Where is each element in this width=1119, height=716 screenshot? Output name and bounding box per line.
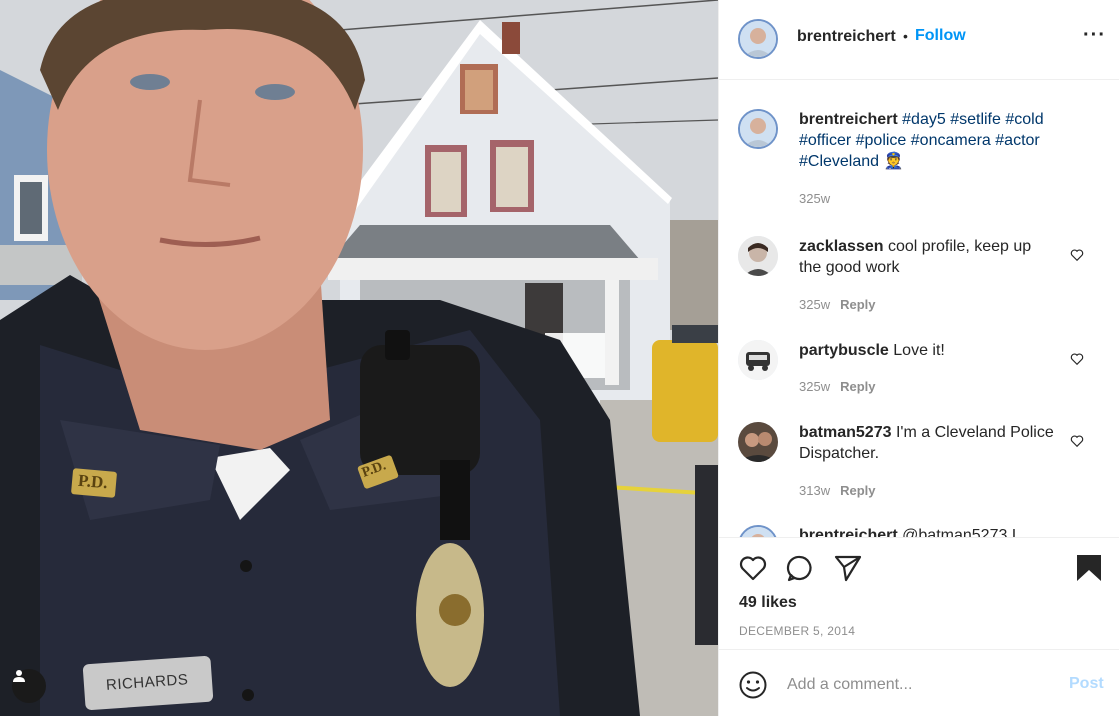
- comment-meta: 313w Reply: [799, 483, 875, 498]
- post-header: brentreichert • Follow ···: [719, 0, 1119, 80]
- post-date[interactable]: DECEMBER 5, 2014: [739, 624, 855, 638]
- comments-list[interactable]: brentreichert #day5 #setlife #cold #offi…: [719, 81, 1119, 537]
- like-comment-icon[interactable]: [1070, 434, 1084, 448]
- comment-time[interactable]: 325w: [799, 297, 830, 312]
- collar-pin-left-text: P.D.: [77, 470, 109, 493]
- post-side-panel: brentreichert • Follow ··· brentreichert…: [718, 0, 1119, 716]
- comment-username[interactable]: zacklassen: [799, 238, 884, 255]
- comment-username[interactable]: partybuscle: [799, 342, 889, 359]
- comment-time[interactable]: 313w: [799, 483, 830, 498]
- saved-bookmark-icon[interactable]: [1074, 553, 1104, 583]
- caption-time: 325w: [799, 191, 830, 206]
- author-username[interactable]: brentreichert: [797, 28, 896, 46]
- share-paper-plane-icon[interactable]: [833, 553, 863, 583]
- reply-button[interactable]: Reply: [840, 483, 875, 498]
- comment-text: Love it!: [893, 342, 945, 359]
- header-separator: •: [903, 28, 908, 44]
- comment-text-block: batman5273 I'm a Cleveland Police Dispat…: [799, 422, 1054, 464]
- comment-meta: 325w Reply: [799, 379, 875, 394]
- comment-bubble-icon[interactable]: [785, 553, 815, 583]
- tagged-users-button[interactable]: [12, 669, 46, 703]
- comment-username[interactable]: batman5273: [799, 424, 892, 441]
- post-actions: 49 likes DECEMBER 5, 2014: [719, 537, 1119, 649]
- comment-text-block: zacklassen cool profile, keep up the goo…: [799, 236, 1054, 278]
- add-comment-bar: Post: [719, 649, 1119, 716]
- more-options-icon[interactable]: ···: [1083, 24, 1106, 47]
- caption-timestamp[interactable]: 325w: [799, 191, 830, 206]
- post-image: [0, 0, 718, 716]
- comment-avatar[interactable]: [738, 422, 778, 462]
- reply-button[interactable]: Reply: [840, 379, 875, 394]
- like-heart-icon[interactable]: [738, 553, 768, 583]
- caption-avatar[interactable]: [738, 109, 778, 149]
- post-comment-button[interactable]: Post: [1069, 675, 1104, 693]
- comment-text-block: partybuscle Love it!: [799, 340, 1054, 361]
- post-photo[interactable]: RICHARDS P.D. P.D.: [0, 0, 718, 716]
- comment-avatar[interactable]: [738, 340, 778, 380]
- likes-count[interactable]: 49 likes: [739, 594, 797, 612]
- follow-button[interactable]: Follow: [915, 27, 966, 45]
- author-avatar[interactable]: [738, 19, 778, 59]
- caption-username[interactable]: brentreichert: [799, 111, 898, 128]
- comment-time[interactable]: 325w: [799, 379, 830, 394]
- like-comment-icon[interactable]: [1070, 248, 1084, 262]
- reply-button[interactable]: Reply: [840, 297, 875, 312]
- comment-text: @batman5273 I...: [902, 527, 1030, 537]
- like-comment-icon[interactable]: [1070, 352, 1084, 366]
- emoji-smiley-icon[interactable]: [738, 670, 768, 700]
- comment-text-block: brentreichert @batman5273 I...: [799, 525, 1054, 537]
- comment-avatar[interactable]: [738, 525, 778, 537]
- caption-text-block: brentreichert #day5 #setlife #cold #offi…: [799, 109, 1054, 172]
- comment-meta: 325w Reply: [799, 297, 875, 312]
- comment-avatar[interactable]: [738, 236, 778, 276]
- add-comment-input[interactable]: [787, 672, 1057, 698]
- comment-username[interactable]: brentreichert: [799, 527, 898, 537]
